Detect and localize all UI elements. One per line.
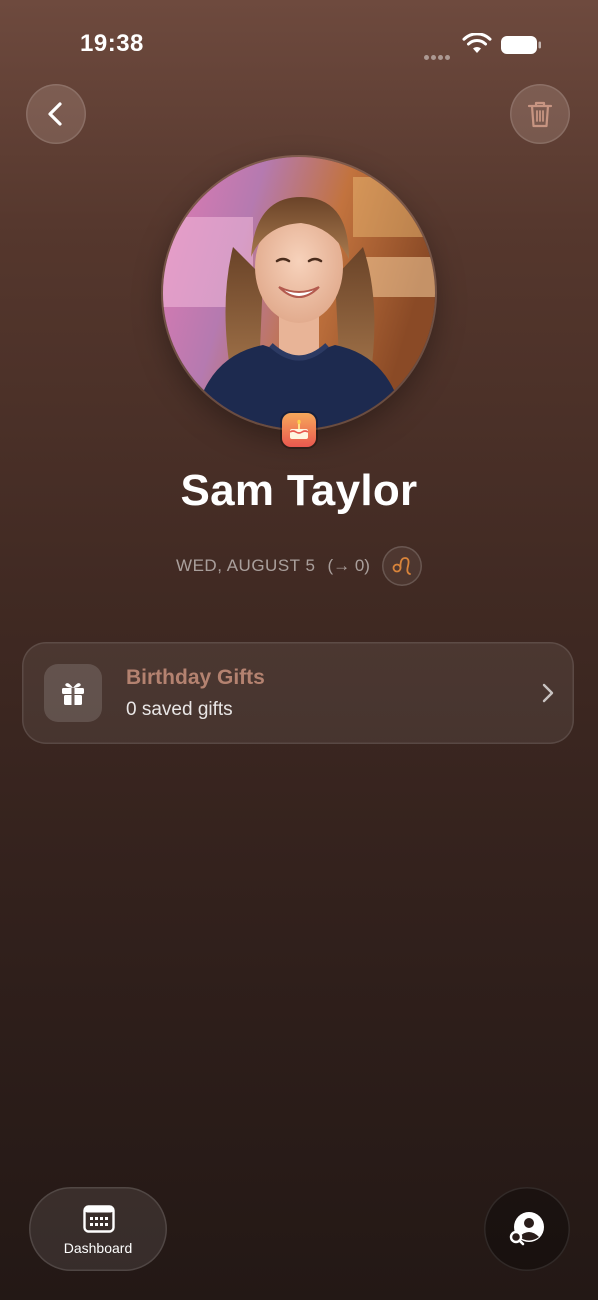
gifts-count: 0 saved gifts: [126, 699, 233, 720]
avatar[interactable]: [163, 157, 435, 429]
dashboard-label: Dashboard: [63, 1240, 133, 1256]
birthday-date: WED, AUGUST 5: [176, 556, 316, 575]
gift-icon: [62, 683, 84, 705]
gift-icon-box: [44, 664, 102, 722]
chevron-right-icon: [542, 683, 554, 703]
dashboard-button[interactable]: Dashboard: [29, 1187, 167, 1271]
contact-search-button[interactable]: [484, 1187, 570, 1271]
zodiac-button[interactable]: [381, 546, 422, 586]
back-button[interactable]: [26, 84, 86, 144]
delete-button[interactable]: [510, 84, 570, 144]
leo-zodiac-icon: [392, 557, 411, 575]
signal-dots-icon: [424, 47, 454, 60]
contact-search-icon: [509, 1212, 544, 1246]
status-bar: 19:38: [0, 0, 598, 88]
gifts-title: Birthday Gifts: [126, 666, 265, 689]
battery-icon: [501, 36, 541, 54]
calendar-grid-icon: [83, 1205, 115, 1233]
chevron-left-icon: [48, 102, 62, 126]
birthday-cake-icon: [282, 413, 316, 447]
birthday-gifts-card[interactable]: Birthday Gifts 0 saved gifts: [22, 642, 574, 744]
contact-name: Sam Taylor: [180, 466, 418, 515]
birthday-row: WED, AUGUST 5 (→ 0): [0, 546, 598, 590]
wifi-icon: [462, 33, 492, 53]
trash-icon: [527, 101, 553, 128]
status-time: 19:38: [80, 30, 144, 57]
days-until: (→ 0): [327, 556, 370, 575]
